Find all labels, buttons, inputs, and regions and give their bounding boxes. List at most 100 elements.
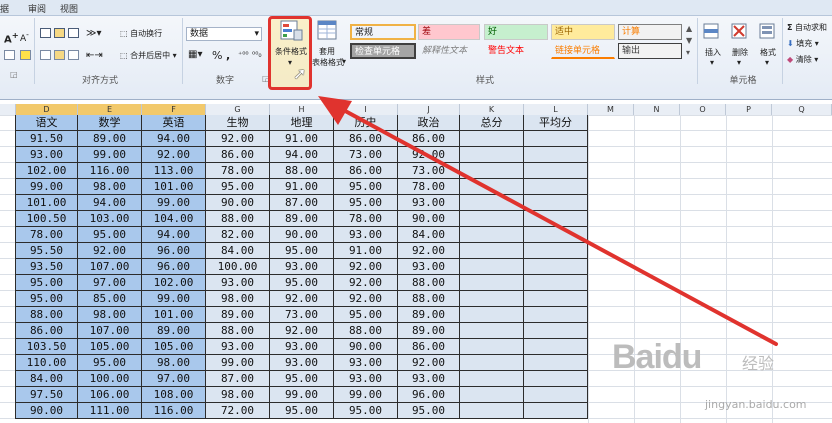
- data-cell[interactable]: 107.00: [78, 323, 142, 339]
- data-cell[interactable]: 95.00: [334, 179, 398, 195]
- data-cell[interactable]: 103.00: [78, 211, 142, 227]
- data-cell[interactable]: 108.00: [142, 387, 206, 403]
- data-cell[interactable]: 101.00: [142, 307, 206, 323]
- column-header-o[interactable]: O: [680, 104, 726, 115]
- data-cell[interactable]: 93.00: [206, 339, 270, 355]
- data-cell[interactable]: 95.00: [270, 371, 334, 387]
- tab-data[interactable]: 据: [0, 2, 9, 15]
- column-header-j[interactable]: J: [398, 104, 460, 115]
- data-cell[interactable]: 110.00: [16, 355, 78, 371]
- empty-cell[interactable]: [460, 163, 524, 179]
- empty-cell[interactable]: [524, 259, 588, 275]
- merge-center-button[interactable]: ⬚ 合并后居中 ▾: [120, 50, 177, 61]
- data-cell[interactable]: 93.00: [398, 195, 460, 211]
- delete-button[interactable]: 删除: [732, 47, 748, 58]
- data-cell[interactable]: 86.00: [334, 131, 398, 147]
- data-cell[interactable]: 90.00: [270, 227, 334, 243]
- data-cell[interactable]: 86.00: [334, 163, 398, 179]
- empty-cell[interactable]: [524, 307, 588, 323]
- data-cell[interactable]: 92.00: [142, 147, 206, 163]
- tab-review[interactable]: 审阅: [28, 2, 46, 15]
- autosum-button[interactable]: Σ 自动求和: [787, 22, 827, 33]
- style-bad[interactable]: 差: [418, 24, 480, 40]
- conditional-format-icon[interactable]: [280, 20, 304, 42]
- tab-view[interactable]: 视图: [60, 2, 78, 15]
- data-cell[interactable]: 95.00: [270, 243, 334, 259]
- data-cell[interactable]: 103.50: [16, 339, 78, 355]
- empty-cell[interactable]: [460, 195, 524, 211]
- data-cell[interactable]: 84.00: [16, 371, 78, 387]
- format-as-table-label-1[interactable]: 套用: [319, 46, 335, 57]
- data-cell[interactable]: 95.00: [206, 179, 270, 195]
- data-cell[interactable]: 93.00: [398, 371, 460, 387]
- data-cell[interactable]: 88.00: [16, 307, 78, 323]
- font-group-launcher-icon[interactable]: ◲: [10, 70, 18, 79]
- empty-cell[interactable]: [524, 195, 588, 211]
- data-cell[interactable]: 96.00: [142, 259, 206, 275]
- data-cell[interactable]: 95.00: [334, 403, 398, 419]
- empty-cell[interactable]: [460, 179, 524, 195]
- empty-cell[interactable]: [524, 275, 588, 291]
- data-cell[interactable]: 95.00: [398, 403, 460, 419]
- empty-cell[interactable]: [460, 147, 524, 163]
- data-cell[interactable]: 88.00: [398, 275, 460, 291]
- data-cell[interactable]: 90.00: [398, 211, 460, 227]
- data-cell[interactable]: 95.00: [270, 403, 334, 419]
- column-header-i[interactable]: I: [334, 104, 398, 115]
- empty-cell[interactable]: [460, 387, 524, 403]
- grow-font-icon[interactable]: A+: [4, 30, 19, 45]
- data-cell[interactable]: 78.00: [398, 179, 460, 195]
- align-bottom-icon[interactable]: [68, 28, 79, 38]
- worksheet-grid[interactable]: 语文 数学 英语 生物 地理 历史 政治 总分 平均分 91.50 89.00 94.00 92.00 9…: [0, 115, 832, 423]
- styles-more-icon[interactable]: ▾: [686, 48, 690, 57]
- number-format-select[interactable]: 数据 ▾: [186, 27, 262, 41]
- data-cell[interactable]: 93.00: [334, 227, 398, 243]
- data-cell[interactable]: 92.00: [206, 131, 270, 147]
- data-cell[interactable]: 95.00: [78, 227, 142, 243]
- data-cell[interactable]: 97.00: [142, 371, 206, 387]
- empty-cell[interactable]: [524, 371, 588, 387]
- data-cell[interactable]: 92.00: [334, 259, 398, 275]
- column-header-l[interactable]: L: [524, 104, 588, 115]
- data-cell[interactable]: 99.00: [78, 147, 142, 163]
- empty-cell[interactable]: [524, 211, 588, 227]
- data-cell[interactable]: 87.00: [206, 371, 270, 387]
- empty-cell[interactable]: [460, 323, 524, 339]
- data-cell[interactable]: 113.00: [142, 163, 206, 179]
- data-cell[interactable]: 95.00: [78, 355, 142, 371]
- data-cell[interactable]: 89.00: [398, 307, 460, 323]
- data-cell[interactable]: 94.00: [78, 195, 142, 211]
- comma-button[interactable]: ,: [226, 49, 230, 62]
- data-cell[interactable]: 92.00: [270, 291, 334, 307]
- align-right-icon[interactable]: [68, 50, 79, 60]
- data-cell[interactable]: 73.00: [334, 147, 398, 163]
- empty-cell[interactable]: [524, 403, 588, 419]
- style-output[interactable]: 输出: [618, 43, 682, 59]
- align-center-icon[interactable]: [54, 50, 65, 60]
- data-cell[interactable]: 99.00: [206, 355, 270, 371]
- data-cell[interactable]: 86.00: [16, 323, 78, 339]
- data-cell[interactable]: 89.00: [142, 323, 206, 339]
- data-cell[interactable]: 78.00: [206, 163, 270, 179]
- column-header-g[interactable]: G: [206, 104, 270, 115]
- data-cell[interactable]: 91.00: [270, 131, 334, 147]
- column-header-e[interactable]: E: [78, 104, 142, 115]
- data-cell[interactable]: 107.00: [78, 259, 142, 275]
- header-cell[interactable]: 数学: [78, 115, 142, 131]
- conditional-format-dropdown-icon[interactable]: ▾: [288, 58, 292, 67]
- data-cell[interactable]: 88.00: [334, 323, 398, 339]
- data-cell[interactable]: 86.00: [398, 339, 460, 355]
- insert-button[interactable]: 插入: [705, 47, 721, 58]
- styles-scroll-down-icon[interactable]: ▼: [686, 36, 692, 45]
- data-cell[interactable]: 97.00: [78, 275, 142, 291]
- data-cell[interactable]: 93.50: [16, 259, 78, 275]
- empty-cell[interactable]: [460, 259, 524, 275]
- column-header-p[interactable]: P: [726, 104, 772, 115]
- data-cell[interactable]: 101.00: [142, 179, 206, 195]
- data-cell[interactable]: 101.00: [16, 195, 78, 211]
- empty-cell[interactable]: [524, 163, 588, 179]
- delete-icon[interactable]: [730, 22, 750, 44]
- data-cell[interactable]: 100.00: [206, 259, 270, 275]
- data-cell[interactable]: 106.00: [78, 387, 142, 403]
- header-cell[interactable]: 地理: [270, 115, 334, 131]
